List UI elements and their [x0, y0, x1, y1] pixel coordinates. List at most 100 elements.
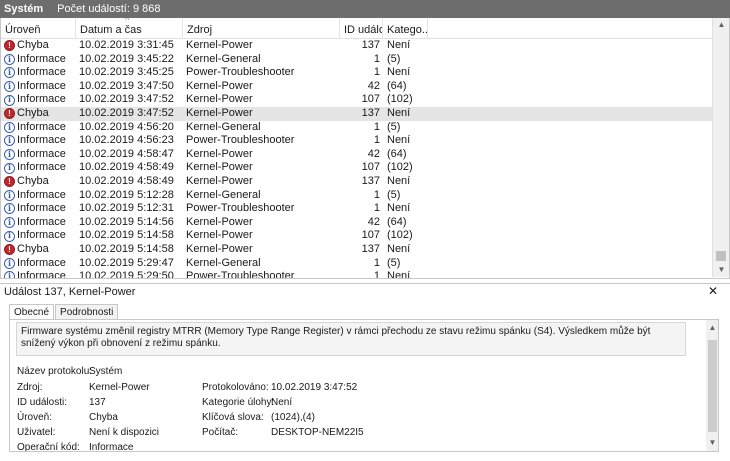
- table-row[interactable]: i Informace 10.02.2019 5:12:31 Power-Troubl…: [1, 202, 712, 216]
- cell-level-label: Informace: [17, 229, 66, 242]
- cell-category: (5): [387, 120, 401, 133]
- table-row[interactable]: i Informace 10.02.2019 4:58:47 Kernel-Power…: [1, 148, 712, 162]
- table-row[interactable]: i Informace 10.02.2019 3:47:52 Kernel-Power…: [1, 93, 712, 107]
- cell-category: (64): [387, 79, 407, 92]
- detail-scrollbar-thumb[interactable]: [708, 340, 717, 432]
- cell-date: 10.02.2019 3:47:50: [79, 79, 174, 92]
- event-list[interactable]: Úroveň Datum a čas ^ Zdroj ID událost...…: [0, 18, 730, 279]
- cell-event-id: 107: [361, 229, 380, 242]
- cell-source: Kernel-Power: [186, 147, 253, 160]
- cell-event-id: 42: [367, 79, 380, 92]
- column-header-level[interactable]: Úroveň: [1, 18, 76, 39]
- table-row[interactable]: i Informace 10.02.2019 3:45:25 Power-Troubl…: [1, 66, 712, 80]
- scroll-up-icon[interactable]: ▲: [713, 18, 729, 32]
- cell-date: 10.02.2019 4:58:49: [79, 161, 174, 174]
- cell-source: Kernel-General: [186, 256, 261, 269]
- event-list-scrollbar[interactable]: ▲ ▼: [712, 18, 729, 277]
- cell-category: (102): [387, 93, 413, 106]
- cell-date: 10.02.2019 5:14:58: [79, 242, 174, 255]
- table-row[interactable]: i Informace 10.02.2019 4:56:23 Power-Troubl…: [1, 134, 712, 148]
- cell-event-id: 42: [367, 215, 380, 228]
- log-title-bar: Systém Počet událostí: 9 868: [0, 0, 730, 18]
- table-row[interactable]: ! Chyba 10.02.2019 3:31:45 Kernel-Power 137 N…: [1, 39, 712, 53]
- cell-level-label: Informace: [17, 161, 66, 174]
- cell-level-label: Informace: [17, 256, 66, 269]
- column-header-source[interactable]: Zdroj: [183, 18, 340, 39]
- cell-date: 10.02.2019 5:12:28: [79, 188, 174, 201]
- cell-level-label: Informace: [17, 202, 66, 215]
- cell-date: 10.02.2019 3:45:25: [79, 66, 174, 79]
- table-row[interactable]: i Informace 10.02.2019 3:45:22 Kernel-Gener…: [1, 53, 712, 67]
- value-keywords: (1024),(4): [271, 412, 315, 423]
- cell-date: 10.02.2019 4:56:20: [79, 120, 174, 133]
- cell-event-id: 1: [373, 120, 380, 133]
- cell-level-label: Informace: [17, 93, 66, 106]
- table-row[interactable]: i Informace 10.02.2019 5:12:28 Kernel-Gener…: [1, 189, 712, 203]
- table-row[interactable]: i Informace 10.02.2019 5:29:50 Power-Troubl…: [1, 270, 712, 279]
- event-list-header: Úroveň Datum a čas ^ Zdroj ID událost...…: [1, 18, 712, 39]
- event-description[interactable]: Firmware systému změnil registry MTRR (M…: [16, 322, 686, 356]
- table-row[interactable]: i Informace 10.02.2019 4:58:49 Kernel-Power…: [1, 161, 712, 175]
- value-log-name: Systém: [89, 366, 123, 377]
- cell-source: Kernel-Power: [186, 106, 253, 119]
- cell-event-id: 1: [373, 134, 380, 147]
- value-computer: DESKTOP-NEM22I5: [271, 427, 364, 438]
- cell-category: Není: [387, 134, 411, 147]
- table-row[interactable]: i Informace 10.02.2019 5:14:56 Kernel-Power…: [1, 216, 712, 230]
- info-circle-icon: i: [4, 162, 15, 174]
- cell-date: 10.02.2019 4:56:23: [79, 134, 174, 147]
- event-rows: ! Chyba 10.02.2019 3:31:45 Kernel-Power 137 N…: [1, 39, 712, 279]
- cell-category: Není: [387, 106, 411, 119]
- info-circle-icon: i: [4, 54, 15, 65]
- value-task-category: Není: [271, 397, 293, 408]
- column-header-id[interactable]: ID událost...: [340, 18, 383, 39]
- cell-level: i Informace: [4, 53, 76, 67]
- cell-level: ! Chyba: [4, 175, 76, 189]
- cell-event-id: 107: [361, 161, 380, 174]
- close-icon[interactable]: ✕: [708, 283, 718, 299]
- scroll-down-icon[interactable]: ▼: [713, 263, 729, 277]
- column-header-date[interactable]: Datum a čas: [76, 18, 183, 39]
- detail-scroll-up-icon[interactable]: ▲: [706, 322, 718, 334]
- table-row[interactable]: i Informace 10.02.2019 3:47:50 Kernel-Power…: [1, 80, 712, 94]
- cell-level-label: Informace: [17, 120, 66, 133]
- label-computer: Počítač:: [202, 427, 239, 438]
- cell-date: 10.02.2019 5:29:47: [79, 256, 174, 269]
- cell-source: Kernel-General: [186, 120, 261, 133]
- tab-details[interactable]: Podrobnosti: [55, 304, 119, 320]
- info-circle-icon: i: [4, 271, 15, 278]
- detail-scrollbar[interactable]: ▲ ▼: [706, 320, 718, 451]
- cell-event-id: 1: [373, 52, 380, 65]
- cell-level: ! Chyba: [4, 39, 76, 53]
- cell-category: Není: [387, 270, 411, 279]
- cell-source: Kernel-Power: [186, 174, 253, 187]
- detail-scroll-down-icon[interactable]: ▼: [706, 437, 718, 449]
- cell-category: (102): [387, 229, 413, 242]
- value-opcode: Informace: [89, 442, 134, 452]
- event-detail-panel: Firmware systému změnil registry MTRR (M…: [9, 319, 719, 452]
- cell-source: Kernel-Power: [186, 229, 253, 242]
- cell-category: (5): [387, 52, 401, 65]
- log-name: Systém: [4, 3, 44, 15]
- cell-category: Není: [387, 242, 411, 255]
- label-task-category: Kategorie úlohy:: [202, 397, 275, 408]
- table-row[interactable]: ! Chyba 10.02.2019 4:58:49 Kernel-Power 137 N…: [1, 175, 712, 189]
- info-circle-icon: i: [4, 149, 15, 161]
- column-header-category[interactable]: Katego...: [383, 18, 428, 39]
- cell-level-label: Informace: [17, 147, 66, 160]
- table-row[interactable]: i Informace 10.02.2019 5:14:58 Kernel-Power…: [1, 229, 712, 243]
- table-row[interactable]: i Informace 10.02.2019 4:56:20 Kernel-Gener…: [1, 121, 712, 135]
- table-row[interactable]: ! Chyba 10.02.2019 3:47:52 Kernel-Power 137 N…: [1, 106, 712, 121]
- cell-level: i Informace: [4, 66, 76, 80]
- cell-level-label: Informace: [17, 215, 66, 228]
- cell-event-id: 1: [373, 256, 380, 269]
- cell-source: Power-Troubleshooter: [186, 270, 295, 279]
- cell-date: 10.02.2019 4:58:49: [79, 174, 174, 187]
- table-row[interactable]: i Informace 10.02.2019 5:29:47 Kernel-Gener…: [1, 257, 712, 271]
- event-count: Počet událostí: 9 868: [57, 3, 161, 15]
- info-circle-icon: i: [4, 67, 15, 79]
- scrollbar-thumb[interactable]: [716, 251, 726, 261]
- table-row[interactable]: ! Chyba 10.02.2019 5:14:58 Kernel-Power 137 N…: [1, 243, 712, 257]
- cell-event-id: 42: [367, 147, 380, 160]
- info-circle-icon: i: [4, 258, 15, 269]
